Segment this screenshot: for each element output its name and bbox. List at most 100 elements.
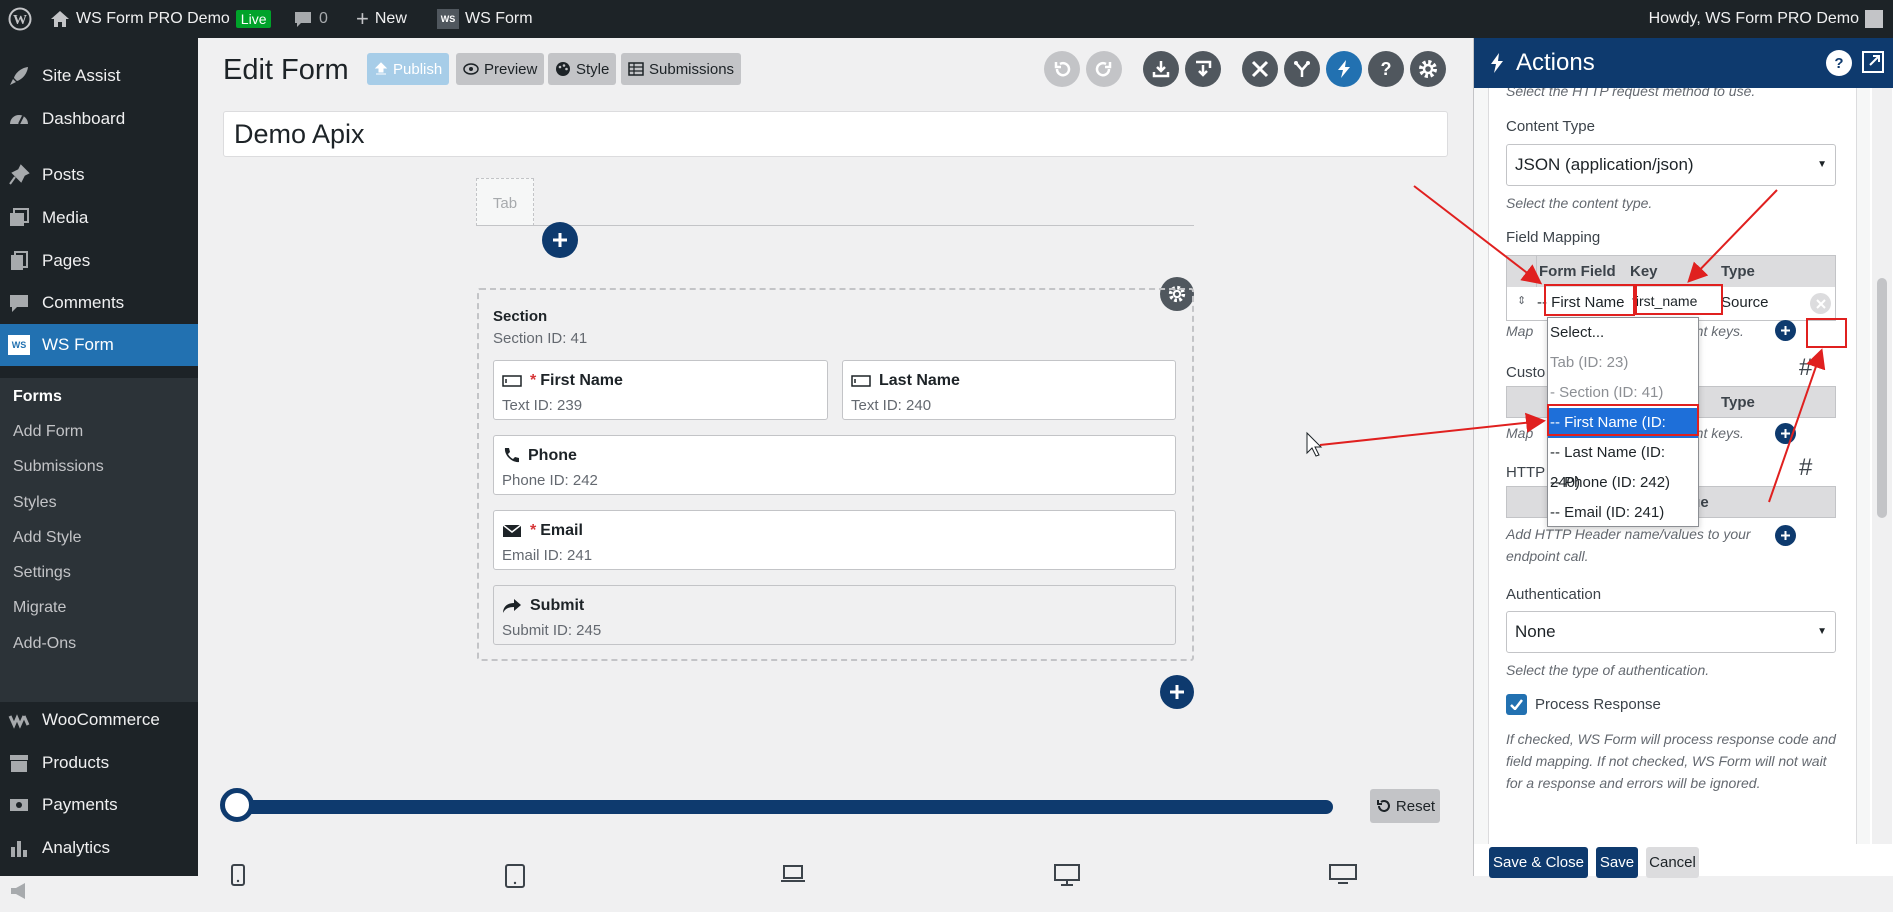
- wordpress-logo-icon[interactable]: W: [8, 0, 32, 38]
- sidebar-item-site-assist[interactable]: Site Assist: [0, 55, 198, 97]
- add-tab-plus-icon[interactable]: [542, 222, 578, 258]
- field-last-name[interactable]: Last Name Text ID: 240: [842, 360, 1176, 420]
- tablet-device-icon[interactable]: [505, 864, 525, 888]
- submenu-submissions[interactable]: Submissions: [13, 458, 104, 476]
- account-menu[interactable]: Howdy, WS Form PRO Demo: [1649, 0, 1883, 38]
- wsform-label: WS Form: [465, 10, 533, 27]
- sidebar-item-woocommerce[interactable]: WooCommerce: [0, 699, 198, 741]
- admin-sidebar: Site Assist Dashboard Posts Media Pages …: [0, 38, 198, 900]
- redo-icon[interactable]: [1086, 51, 1122, 87]
- sidebar-item-comments[interactable]: Comments: [0, 282, 198, 324]
- sidebar-item-pages[interactable]: Pages: [0, 240, 198, 282]
- pin-icon: [9, 164, 30, 185]
- wsform-link[interactable]: WS WS Form: [437, 0, 533, 38]
- sidebar-item-dashboard[interactable]: Dashboard: [0, 98, 198, 140]
- dropdown-option[interactable]: -- Phone (ID: 242): [1548, 468, 1698, 498]
- sidebar-item-analytics[interactable]: Analytics: [0, 827, 198, 869]
- drag-sort-icon[interactable]: ⇕: [1517, 294, 1526, 307]
- submenu-add-ons[interactable]: Add-Ons: [13, 635, 76, 653]
- mobile-device-icon[interactable]: [231, 864, 245, 886]
- submenu-forms[interactable]: Forms: [13, 388, 62, 406]
- undo-icon[interactable]: [1044, 51, 1080, 87]
- panel-help-icon[interactable]: ?: [1826, 50, 1852, 76]
- add-custom-plus-icon[interactable]: [1775, 423, 1796, 444]
- tools-icon[interactable]: [1242, 51, 1278, 87]
- new-content-link[interactable]: + New: [356, 0, 407, 38]
- dropdown-option[interactable]: -- Email (ID: 241): [1548, 498, 1698, 528]
- phone-icon: [504, 448, 519, 463]
- settings-gear-icon[interactable]: [1410, 51, 1446, 87]
- large-screen-device-icon[interactable]: [1329, 864, 1357, 884]
- submenu-add-form[interactable]: Add Form: [13, 423, 83, 441]
- help-icon[interactable]: ?: [1368, 51, 1404, 87]
- desktop-device-icon[interactable]: [1054, 864, 1080, 886]
- panel-scrollbar[interactable]: [1872, 88, 1892, 844]
- http-help: Add HTTP Header name/values to your endp…: [1506, 526, 1751, 564]
- download-icon[interactable]: [1143, 51, 1179, 87]
- share-arrow-icon: [503, 599, 521, 613]
- delete-row-icon[interactable]: [1810, 293, 1831, 314]
- breakpoint-slider-track[interactable]: [223, 800, 1333, 814]
- sidebar-item-wsform[interactable]: WS WS Form: [0, 324, 198, 366]
- archive-icon: [10, 755, 28, 772]
- form-section[interactable]: Section Section ID: 41 * First Name Text …: [477, 288, 1194, 661]
- comments-link[interactable]: 0: [293, 0, 328, 38]
- plus-icon: +: [356, 6, 369, 31]
- preview-button[interactable]: Preview: [456, 53, 545, 85]
- field-email[interactable]: * Email Email ID: 241: [493, 510, 1176, 570]
- save-close-button[interactable]: Save & Close: [1489, 847, 1588, 878]
- col-custom-type: Type: [1721, 394, 1755, 411]
- publish-button[interactable]: Publish: [367, 53, 450, 85]
- add-mapping-plus-icon[interactable]: [1775, 320, 1796, 341]
- authentication-select[interactable]: None ▼: [1506, 611, 1836, 653]
- dropdown-option[interactable]: Select...: [1548, 318, 1698, 348]
- section-id: Section ID: 41: [493, 330, 588, 347]
- dashboard-icon: [10, 115, 28, 125]
- hash-icon[interactable]: #: [1799, 354, 1812, 382]
- content-type-select[interactable]: JSON (application/json) ▼: [1506, 144, 1836, 186]
- site-name: WS Form PRO Demo: [76, 10, 230, 27]
- style-button[interactable]: Style: [548, 53, 617, 85]
- submenu-styles[interactable]: Styles: [13, 494, 57, 512]
- wsform-logo-icon: WS: [437, 9, 459, 29]
- submenu-add-style[interactable]: Add Style: [13, 529, 81, 547]
- sidebar-item-marketing[interactable]: Marketing: [0, 870, 198, 912]
- process-response-checkbox[interactable]: [1506, 694, 1527, 715]
- submenu-settings[interactable]: Settings: [13, 564, 71, 582]
- table-icon: [628, 62, 644, 76]
- sidebar-item-posts[interactable]: Posts: [0, 154, 198, 196]
- tab-label[interactable]: Tab: [476, 178, 534, 226]
- cancel-button[interactable]: Cancel: [1646, 847, 1699, 878]
- field-first-name[interactable]: * First Name Text ID: 239: [493, 360, 828, 420]
- lightning-icon: [1491, 53, 1503, 73]
- reset-button[interactable]: Reset: [1370, 789, 1440, 823]
- page-title: Edit Form: [223, 54, 349, 86]
- submenu-migrate[interactable]: Migrate: [13, 599, 66, 617]
- expand-icon[interactable]: [1862, 51, 1884, 73]
- actions-lightning-icon[interactable]: [1326, 51, 1362, 87]
- sidebar-item-products[interactable]: Products: [0, 742, 198, 784]
- add-section-plus-icon[interactable]: [1160, 675, 1194, 709]
- content-type-label: Content Type: [1506, 118, 1595, 135]
- breakpoint-slider-handle[interactable]: [220, 788, 254, 822]
- section-title: Section: [493, 308, 548, 325]
- laptop-device-icon[interactable]: [780, 864, 806, 884]
- save-button[interactable]: Save: [1596, 847, 1638, 878]
- add-header-plus-icon[interactable]: [1775, 525, 1796, 546]
- howdy-text: Howdy, WS Form PRO Demo: [1648, 10, 1859, 27]
- conditional-logic-icon[interactable]: [1284, 51, 1320, 87]
- submissions-button[interactable]: Submissions: [621, 53, 742, 85]
- site-name-link[interactable]: WS Form PRO Demo Live: [50, 0, 272, 38]
- custom-help-a: Map: [1506, 425, 1534, 441]
- dropdown-option[interactable]: -- Last Name (ID: 240): [1548, 438, 1698, 491]
- megaphone-icon: [11, 883, 25, 899]
- form-name-input[interactable]: Demo Apix: [223, 111, 1448, 157]
- sidebar-item-payments[interactable]: Payments: [0, 784, 198, 826]
- type-select[interactable]: Source: [1721, 294, 1769, 311]
- field-submit[interactable]: Submit Submit ID: 245: [493, 585, 1176, 645]
- col-key: Key: [1630, 263, 1658, 280]
- hash-icon[interactable]: #: [1799, 454, 1812, 482]
- import-icon[interactable]: [1185, 51, 1221, 87]
- field-phone[interactable]: Phone Phone ID: 242: [493, 435, 1176, 495]
- sidebar-item-media[interactable]: Media: [0, 197, 198, 239]
